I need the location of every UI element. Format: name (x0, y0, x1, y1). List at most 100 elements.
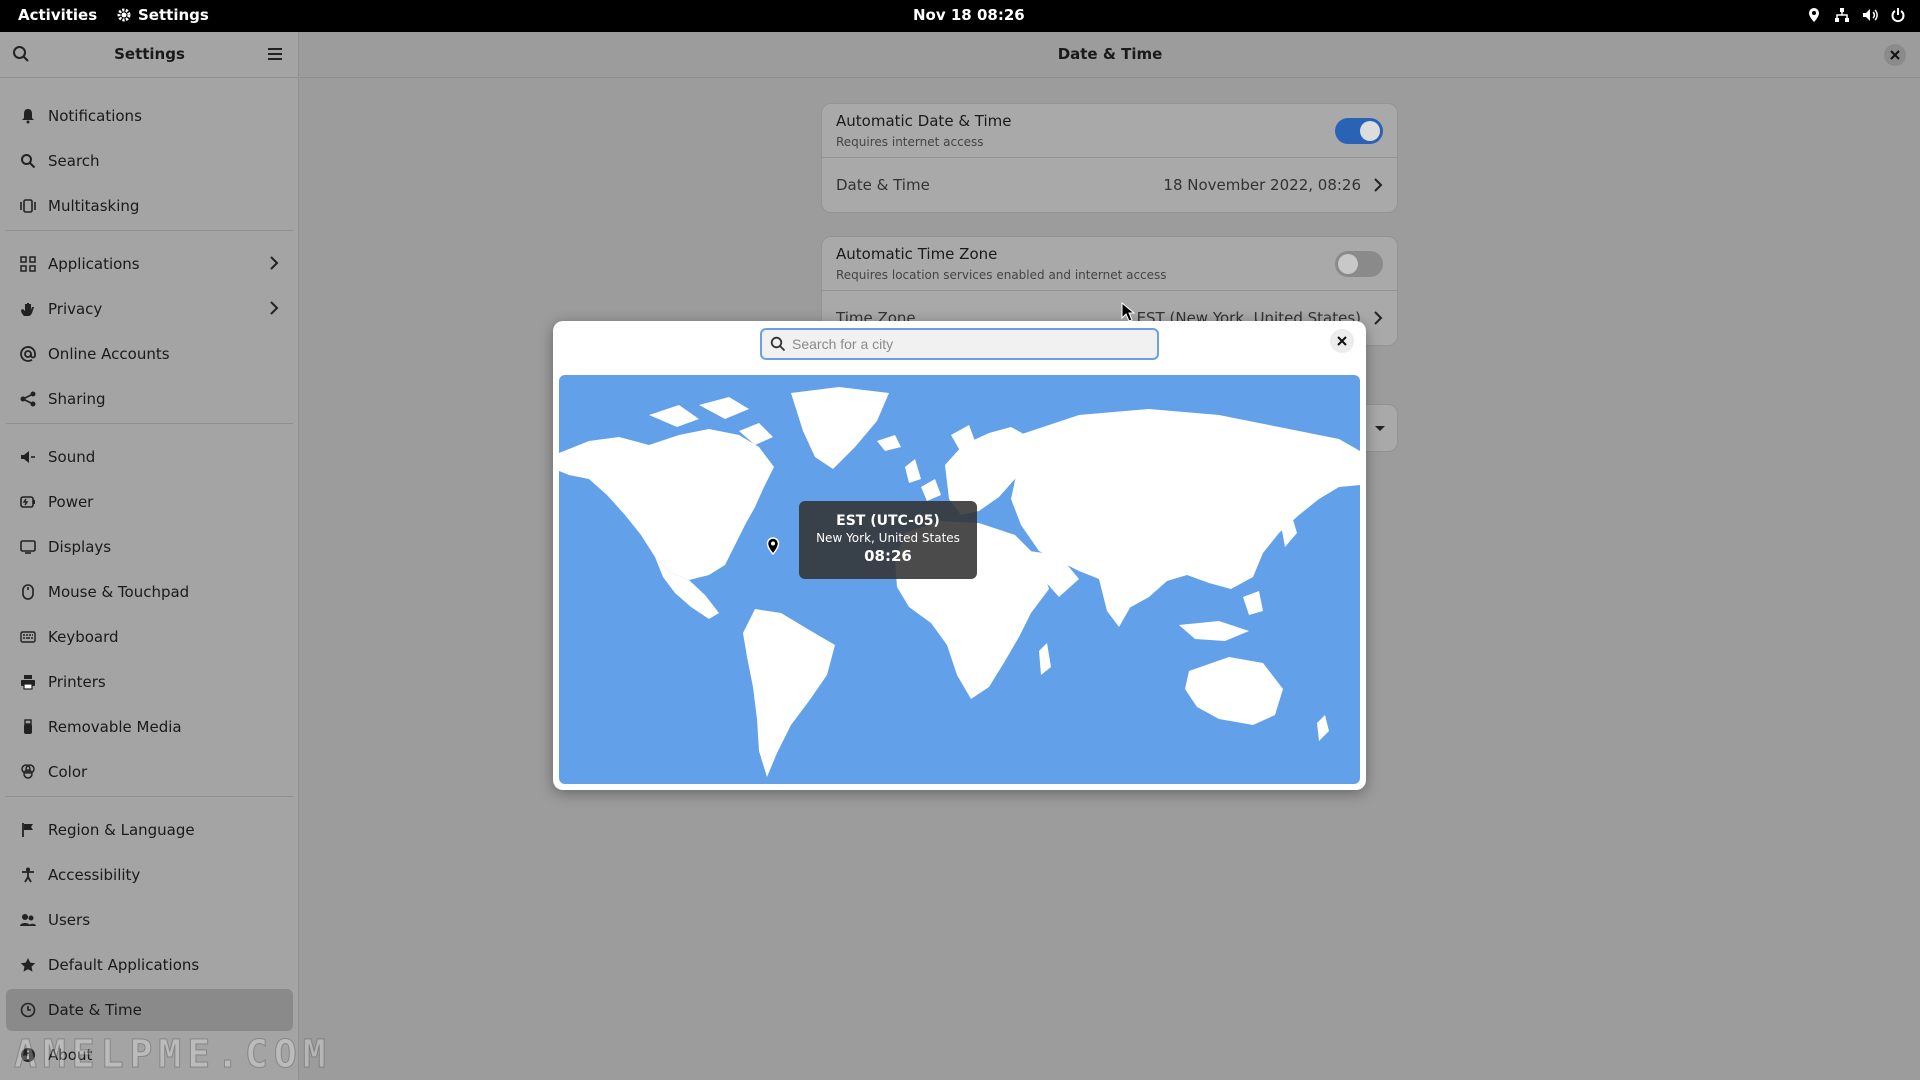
search-icon (20, 153, 36, 169)
date-time-value: 18 November 2022, 08:26 (1163, 176, 1361, 194)
sidebar-item-applications[interactable]: Applications (6, 243, 293, 285)
sidebar-item-accessibility[interactable]: Accessibility (6, 854, 293, 896)
tooltip-time: 08:26 (864, 547, 912, 565)
at-icon (20, 346, 36, 362)
sidebar-item-multitasking[interactable]: Multitasking (6, 185, 293, 227)
date-time-label: Date & Time (836, 176, 930, 194)
sidebar-item-sound[interactable]: Sound (6, 436, 293, 478)
multitasking-icon (20, 198, 36, 214)
sidebar-item-sharing[interactable]: Sharing (6, 378, 293, 420)
time-format-dropdown[interactable] (1366, 404, 1398, 452)
sidebar-item-date-time[interactable]: Date & Time (6, 989, 293, 1031)
sidebar-item-users[interactable]: Users (6, 899, 293, 941)
search-icon (770, 336, 786, 352)
sidebar-item-label: Color (48, 763, 88, 781)
sidebar-item-label: Applications (48, 255, 140, 273)
tooltip-zone: EST (UTC-05) (836, 513, 940, 529)
keyboard-icon (20, 629, 36, 645)
sidebar-item-label: Region & Language (48, 821, 195, 839)
system-tray[interactable] (1806, 7, 1906, 23)
sidebar-item-label: Sharing (48, 390, 106, 408)
color-icon (20, 764, 36, 780)
timezone-tooltip: EST (UTC-05) New York, United States 08:… (799, 501, 977, 579)
users-icon (20, 912, 36, 928)
city-search-input[interactable] (792, 336, 1132, 352)
app-name: Settings (138, 6, 209, 24)
power-icon (1890, 7, 1906, 23)
sidebar-item-online-accounts[interactable]: Online Accounts (6, 333, 293, 375)
sidebar-item-label: Users (48, 911, 91, 929)
sidebar-item-label: Accessibility (48, 866, 141, 884)
sidebar-item-label: Displays (48, 538, 112, 556)
sidebar-separator (6, 423, 293, 424)
mouse-pointer-icon (1121, 302, 1135, 322)
app-menu[interactable]: Settings (116, 6, 209, 24)
date-time-row[interactable]: Date & Time 18 November 2022, 08:26 (822, 158, 1397, 212)
flag-icon (20, 822, 36, 838)
network-icon (1834, 7, 1850, 23)
tooltip-city: New York, United States (816, 531, 960, 545)
sidebar-item-label: Printers (48, 673, 106, 691)
sidebar-item-label: Multitasking (48, 197, 140, 215)
sidebar-item-printers[interactable]: Printers (6, 661, 293, 703)
automatic-time-zone-subtitle: Requires location services enabled and i… (836, 268, 1167, 282)
gear-icon (117, 8, 131, 22)
sidebar-item-label: Sound (48, 448, 96, 466)
location-pin-icon (766, 537, 780, 555)
sidebar-item-label: Search (48, 152, 100, 170)
top-bar: Activities Settings Nov 18 08:26 (0, 0, 1920, 32)
sidebar-item-label: Removable Media (48, 718, 182, 736)
sidebar-item-label: Notifications (48, 107, 142, 125)
sidebar-item-removable-media[interactable]: Removable Media (6, 706, 293, 748)
sidebar-item-label: Privacy (48, 300, 103, 318)
sidebar-item-keyboard[interactable]: Keyboard (6, 616, 293, 658)
star-icon (20, 957, 36, 973)
close-icon (1337, 336, 1347, 346)
sidebar-item-label: Mouse & Touchpad (48, 583, 190, 601)
hamburger-menu-icon[interactable] (266, 45, 284, 67)
sidebar-item-notifications[interactable]: Notifications (6, 95, 293, 137)
world-map[interactable]: EST (UTC-05) New York, United States 08:… (559, 375, 1360, 784)
printer-icon (20, 674, 36, 690)
world-map-graphic (559, 387, 1360, 777)
timezone-dialog: EST (UTC-05) New York, United States 08:… (553, 321, 1366, 790)
chevron-down-icon (1375, 426, 1385, 431)
page-title: Date & Time (1057, 45, 1163, 63)
activities-button[interactable]: Activities (18, 6, 97, 24)
automatic-time-zone-label: Automatic Time Zone (836, 245, 998, 263)
sidebar-item-label: Default Applications (48, 956, 200, 974)
window-close-button[interactable] (1884, 44, 1906, 66)
sidebar-separator (6, 796, 293, 797)
sidebar-item-label: Date & Time (48, 1001, 142, 1019)
sidebar-item-privacy[interactable]: Privacy (6, 288, 293, 330)
sidebar-item-power[interactable]: Power (6, 481, 293, 523)
automatic-date-time-row: Automatic Date & Time Requires internet … (822, 104, 1397, 158)
sidebar-item-label: Keyboard (48, 628, 119, 646)
location-icon (1806, 7, 1822, 23)
automatic-time-zone-row: Automatic Time Zone Requires location se… (822, 237, 1397, 291)
automatic-date-time-toggle[interactable] (1335, 118, 1383, 144)
mouse-icon (20, 584, 36, 600)
bell-icon (20, 108, 36, 124)
watermark: AMELPME.COM (14, 1032, 332, 1077)
chevron-right-icon (1373, 177, 1383, 197)
automatic-time-zone-toggle[interactable] (1335, 251, 1383, 277)
sidebar-item-displays[interactable]: Displays (6, 526, 293, 568)
clock-icon (20, 1002, 36, 1018)
sidebar-item-mouse-touchpad[interactable]: Mouse & Touchpad (6, 571, 293, 613)
sidebar-item-default-applications[interactable]: Default Applications (6, 944, 293, 986)
sidebar-item-search[interactable]: Search (6, 140, 293, 182)
chevron-right-icon (269, 255, 279, 275)
automatic-date-time-subtitle: Requires internet access (836, 135, 984, 149)
city-search-field[interactable] (760, 328, 1159, 360)
chevron-right-icon (269, 300, 279, 320)
grid-icon (20, 256, 36, 272)
clock[interactable]: Nov 18 08:26 (913, 6, 1025, 24)
dialog-close-button[interactable] (1330, 329, 1354, 353)
close-icon (1890, 50, 1900, 60)
chevron-right-icon (1373, 310, 1383, 330)
sidebar-item-color[interactable]: Color (6, 751, 293, 793)
accessibility-icon (20, 867, 36, 883)
volume-icon (1862, 7, 1878, 23)
sidebar-item-region-language[interactable]: Region & Language (6, 809, 293, 851)
